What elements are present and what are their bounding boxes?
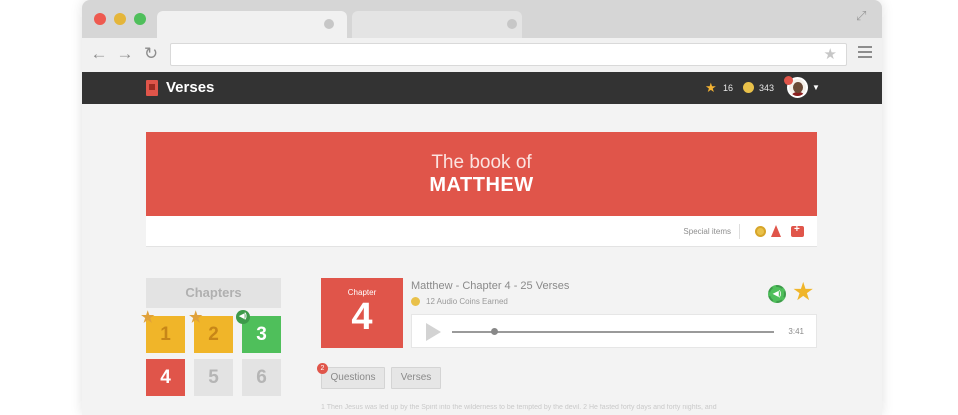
tab-close-icon[interactable] <box>324 19 334 29</box>
chapter-title: Matthew - Chapter 4 - 25 Verses <box>411 280 570 292</box>
coin-icon <box>411 297 420 306</box>
chapter-number: 3 <box>256 324 267 345</box>
notification-badge <box>784 76 793 85</box>
chapters-heading: Chapters <box>146 278 281 308</box>
chapter-number: 2 <box>208 324 219 345</box>
tab-close-icon[interactable] <box>507 19 517 29</box>
tab-verses[interactable]: Verses <box>391 367 441 389</box>
coin-icon <box>743 82 754 93</box>
favorite-star-icon[interactable]: ★ <box>792 278 814 306</box>
app-header: Verses ★ 16 343 ▼ <box>82 72 882 104</box>
chevron-down-icon[interactable]: ▼ <box>812 83 820 92</box>
banner-subtitle: The book of <box>431 152 532 173</box>
first-aid-kit-icon[interactable] <box>791 224 804 237</box>
minimize-window-button[interactable] <box>114 13 126 25</box>
chapter-number: 6 <box>256 367 267 388</box>
audio-coins-text: 12 Audio Coins Earned <box>426 297 508 306</box>
address-bar[interactable] <box>170 43 847 66</box>
forward-arrow-icon[interactable]: → <box>114 43 136 65</box>
close-window-button[interactable] <box>94 13 106 25</box>
coins-count: 343 <box>759 83 775 93</box>
bookmark-star-icon[interactable]: ★ <box>824 45 837 63</box>
audio-icon: ◀) <box>236 310 250 324</box>
audio-badge-icon: ◀) <box>768 285 786 303</box>
chapter-number: 1 <box>160 324 171 345</box>
play-icon[interactable] <box>426 323 441 341</box>
stars-count: 16 <box>723 83 734 93</box>
browser-menu-icon[interactable] <box>858 46 872 60</box>
progress-knob[interactable] <box>490 328 498 335</box>
tab-questions[interactable]: Questions <box>321 367 385 389</box>
chapter-number: 4 <box>351 296 373 338</box>
back-arrow-icon[interactable]: ← <box>88 43 110 65</box>
book-title: MATTHEW <box>429 174 534 196</box>
book-logo-icon <box>146 80 158 96</box>
audio-player: 3:41 <box>411 314 817 348</box>
app-title[interactable]: Verses <box>166 79 214 96</box>
chapter-number: 4 <box>160 367 171 388</box>
maximize-window-button[interactable] <box>134 13 146 25</box>
page-content: The book of MATTHEW Special items Chapte… <box>82 104 882 415</box>
coin-item-icon[interactable] <box>755 226 766 237</box>
tab-label: Verses <box>400 372 432 383</box>
browser-window: ⤢ ← → ↻ ★ Verses ★ 16 343 ▼ The book of … <box>82 0 882 415</box>
chapter-badge: Chapter 4 <box>321 278 403 348</box>
questions-count-badge: 2 <box>317 363 328 374</box>
browser-toolbar: ← → ↻ ★ <box>82 38 882 72</box>
reload-icon[interactable]: ↻ <box>140 43 162 65</box>
progress-track[interactable] <box>452 331 774 333</box>
chapter-tile-5[interactable]: 5 <box>194 359 233 396</box>
browser-tab-active[interactable] <box>157 11 347 38</box>
tab-label: Questions <box>330 372 376 383</box>
star-icon: ★ <box>705 80 717 95</box>
divider <box>739 224 740 239</box>
chapter-tile-1[interactable]: ★ 1 <box>141 310 185 353</box>
chapter-tile-6[interactable]: 6 <box>242 359 281 396</box>
chapter-tile-2[interactable]: ★ 2 <box>189 310 233 353</box>
star-icon: ★ <box>189 309 203 326</box>
chapter-tile-4[interactable]: 4 <box>146 359 185 396</box>
special-items-bar: Special items <box>146 216 817 247</box>
chapter-number: 5 <box>208 367 219 388</box>
book-banner: The book of MATTHEW <box>146 132 817 216</box>
chapter-tile-3[interactable]: ◀) 3 <box>236 310 281 353</box>
star-icon: ★ <box>141 309 155 326</box>
browser-tab-inactive[interactable] <box>352 11 522 38</box>
expand-icon[interactable]: ⤢ <box>856 8 872 24</box>
verse-text: 1 Then Jesus was led up by the Spirit in… <box>321 404 717 411</box>
duration-label: 3:41 <box>788 327 804 336</box>
flask-item-icon[interactable] <box>771 225 781 237</box>
special-items-label: Special items <box>683 227 731 236</box>
